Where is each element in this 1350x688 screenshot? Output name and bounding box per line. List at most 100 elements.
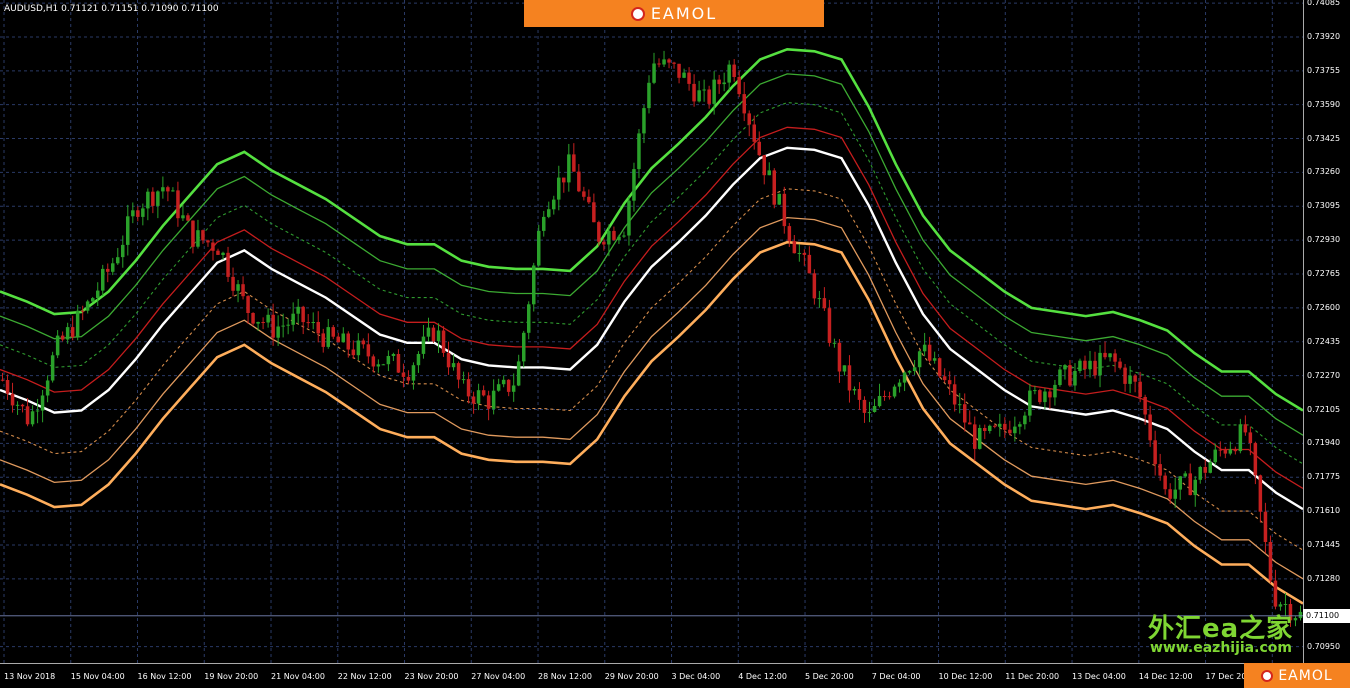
upper-band-dotted <box>0 102 1303 465</box>
candle-body <box>572 154 576 172</box>
candle-body <box>1093 360 1097 376</box>
candle-body <box>937 358 942 377</box>
price-axis[interactable]: 0.74085 0.73920 0.73755 0.73590 0.73425 0.732… <box>1303 0 1350 663</box>
price-axis-label: 0.71445 <box>1307 539 1341 549</box>
candle-body <box>867 412 872 414</box>
candle-body <box>1188 473 1192 496</box>
price-chart[interactable] <box>0 0 1303 663</box>
candle-body <box>662 59 666 65</box>
candle-body <box>411 365 416 381</box>
time-axis-label: 19 Nov 20:00 <box>204 672 259 681</box>
candle-body <box>917 351 922 368</box>
candle-body <box>542 216 546 231</box>
candle-body <box>126 216 130 245</box>
price-axis-label: 0.72270 <box>1307 370 1341 380</box>
candle-body <box>266 314 270 323</box>
price-axis-label: 0.73590 <box>1307 99 1341 109</box>
candle-body <box>1213 449 1217 463</box>
candle-body <box>1263 511 1268 542</box>
candle-body <box>862 399 867 413</box>
price-axis-label: 0.73425 <box>1307 133 1341 143</box>
candle-body <box>321 333 325 347</box>
candle-body <box>622 235 626 237</box>
candle-body <box>1008 429 1012 434</box>
time-axis-label: 4 Dec 12:00 <box>738 672 787 681</box>
candle-body <box>10 393 15 406</box>
candle-body <box>431 327 436 342</box>
candle-body <box>762 155 766 176</box>
chart-window[interactable]: AUDUSD,H1 0.71121 0.71151 0.71090 0.7110… <box>0 0 1350 688</box>
candle-body <box>91 298 95 302</box>
candle-body <box>963 404 967 423</box>
candle-body <box>1078 360 1082 371</box>
candle-body <box>386 356 391 365</box>
candle-body <box>256 322 260 324</box>
brand-logo-icon <box>630 6 645 21</box>
candle-body <box>552 199 556 210</box>
candle-body <box>166 187 170 192</box>
candle-body <box>246 296 250 313</box>
candle-body <box>692 83 696 102</box>
price-axis-label: 0.71775 <box>1307 472 1341 482</box>
candle-body <box>978 428 982 449</box>
candle-body <box>1148 414 1152 441</box>
time-axis-label: 16 Nov 12:00 <box>137 672 192 681</box>
candle-body <box>1153 440 1157 465</box>
candle-body <box>617 236 621 240</box>
candle-body <box>647 82 651 109</box>
candle-body <box>1253 443 1258 476</box>
candle-body <box>236 284 240 291</box>
candle-body <box>1088 360 1092 369</box>
candle-body <box>396 354 401 373</box>
candle-body <box>557 177 561 200</box>
candle-body <box>261 322 265 323</box>
candle-body <box>1258 475 1263 512</box>
candle-body <box>927 344 932 361</box>
candle-body <box>96 290 100 298</box>
chart-grid <box>0 0 1303 663</box>
price-axis-label: 0.70950 <box>1307 641 1341 651</box>
candle-body <box>897 382 902 387</box>
time-axis[interactable]: 13 Nov 2018 15 Nov 04:00 16 Nov 12:00 19 No… <box>0 663 1303 688</box>
candle-body <box>271 314 275 338</box>
candle-body <box>712 79 716 104</box>
candle-body <box>582 191 586 197</box>
current-price-tag: 0.71100 <box>1303 608 1350 623</box>
candle-body <box>782 193 787 227</box>
candle-body <box>1238 424 1243 452</box>
candle-body <box>506 379 511 392</box>
candle-body <box>877 396 882 407</box>
candle-body <box>5 380 10 394</box>
candle-body <box>25 406 30 425</box>
time-axis-label: 7 Dec 04:00 <box>871 672 921 681</box>
candle-body <box>537 230 541 266</box>
candle-body <box>491 390 496 409</box>
candle-body <box>101 268 105 291</box>
candle-body <box>1218 449 1223 451</box>
candle-body <box>717 79 721 85</box>
candle-body <box>792 241 797 254</box>
candle-body <box>1108 353 1112 358</box>
candle-body <box>136 210 140 217</box>
candle-body <box>231 276 235 291</box>
candle-body <box>787 226 792 242</box>
candle-body <box>587 196 591 203</box>
candle-body <box>1003 423 1007 430</box>
candle-body <box>481 390 486 396</box>
candle-body <box>216 250 220 255</box>
candle-body <box>657 63 661 65</box>
candle-body <box>812 273 817 299</box>
candle-body <box>652 63 656 83</box>
candle-body <box>291 313 295 325</box>
candle-body <box>461 379 466 381</box>
candle-body <box>111 263 115 272</box>
candle-body <box>221 252 225 255</box>
candle-body <box>1058 369 1062 385</box>
candle-body <box>947 380 952 385</box>
candle-body <box>116 257 120 264</box>
candle-body <box>80 310 85 312</box>
candle-body <box>832 342 837 344</box>
candle-body <box>281 325 285 327</box>
candle-body <box>496 384 501 391</box>
candle-body <box>912 367 917 371</box>
